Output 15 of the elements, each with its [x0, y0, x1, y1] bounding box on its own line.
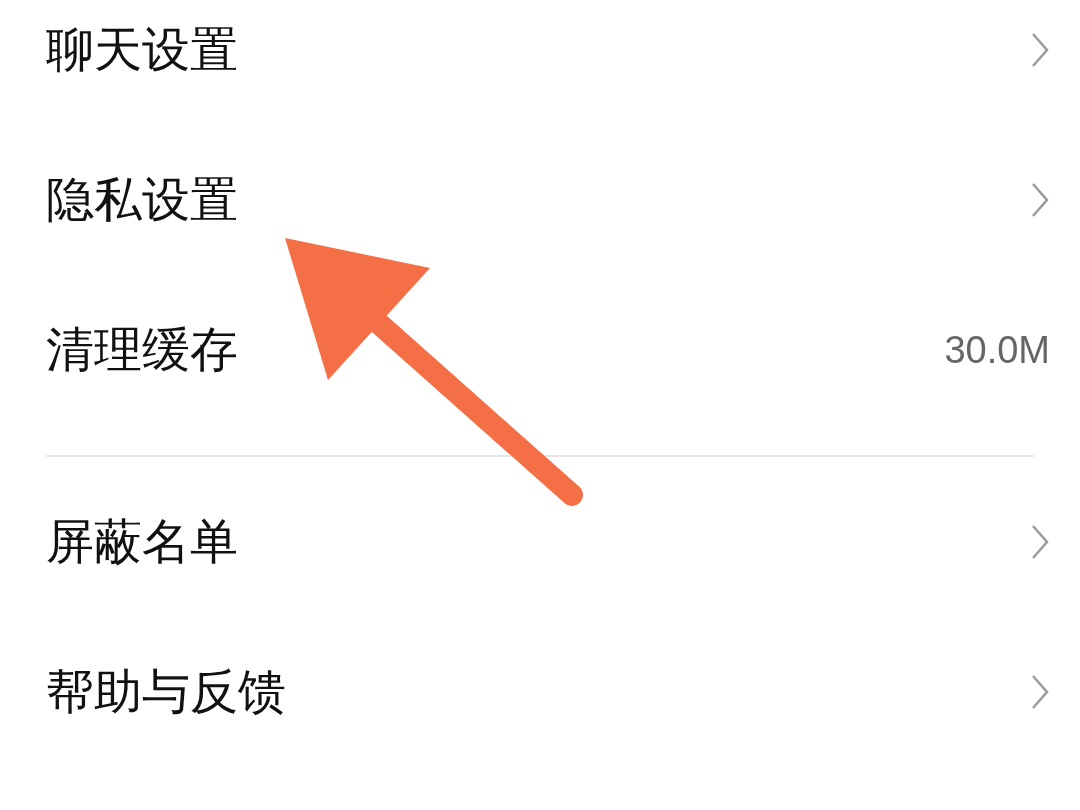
chevron-right-icon [1030, 31, 1050, 69]
row-label: 帮助与反馈 [46, 662, 286, 721]
settings-row[interactable]: 聊天设置 [46, 0, 1050, 125]
chevron-right-icon [1030, 673, 1050, 711]
row-label: 清理缓存 [46, 320, 238, 379]
chevron-right-icon [1030, 523, 1050, 561]
row-label: 聊天设置 [46, 20, 238, 79]
row-label: 隐私设置 [46, 170, 238, 229]
settings-row[interactable]: 隐私设置 [46, 125, 1050, 275]
chevron-right-icon [1030, 181, 1050, 219]
row-label: 屏蔽名单 [46, 512, 238, 571]
settings-row[interactable]: 帮助与反馈 [46, 617, 1050, 767]
settings-row[interactable]: 屏蔽名单 [46, 467, 1050, 617]
cache-size: 30.0M [944, 328, 1050, 372]
settings-row[interactable]: 清理缓存 30.0M [46, 275, 1050, 425]
